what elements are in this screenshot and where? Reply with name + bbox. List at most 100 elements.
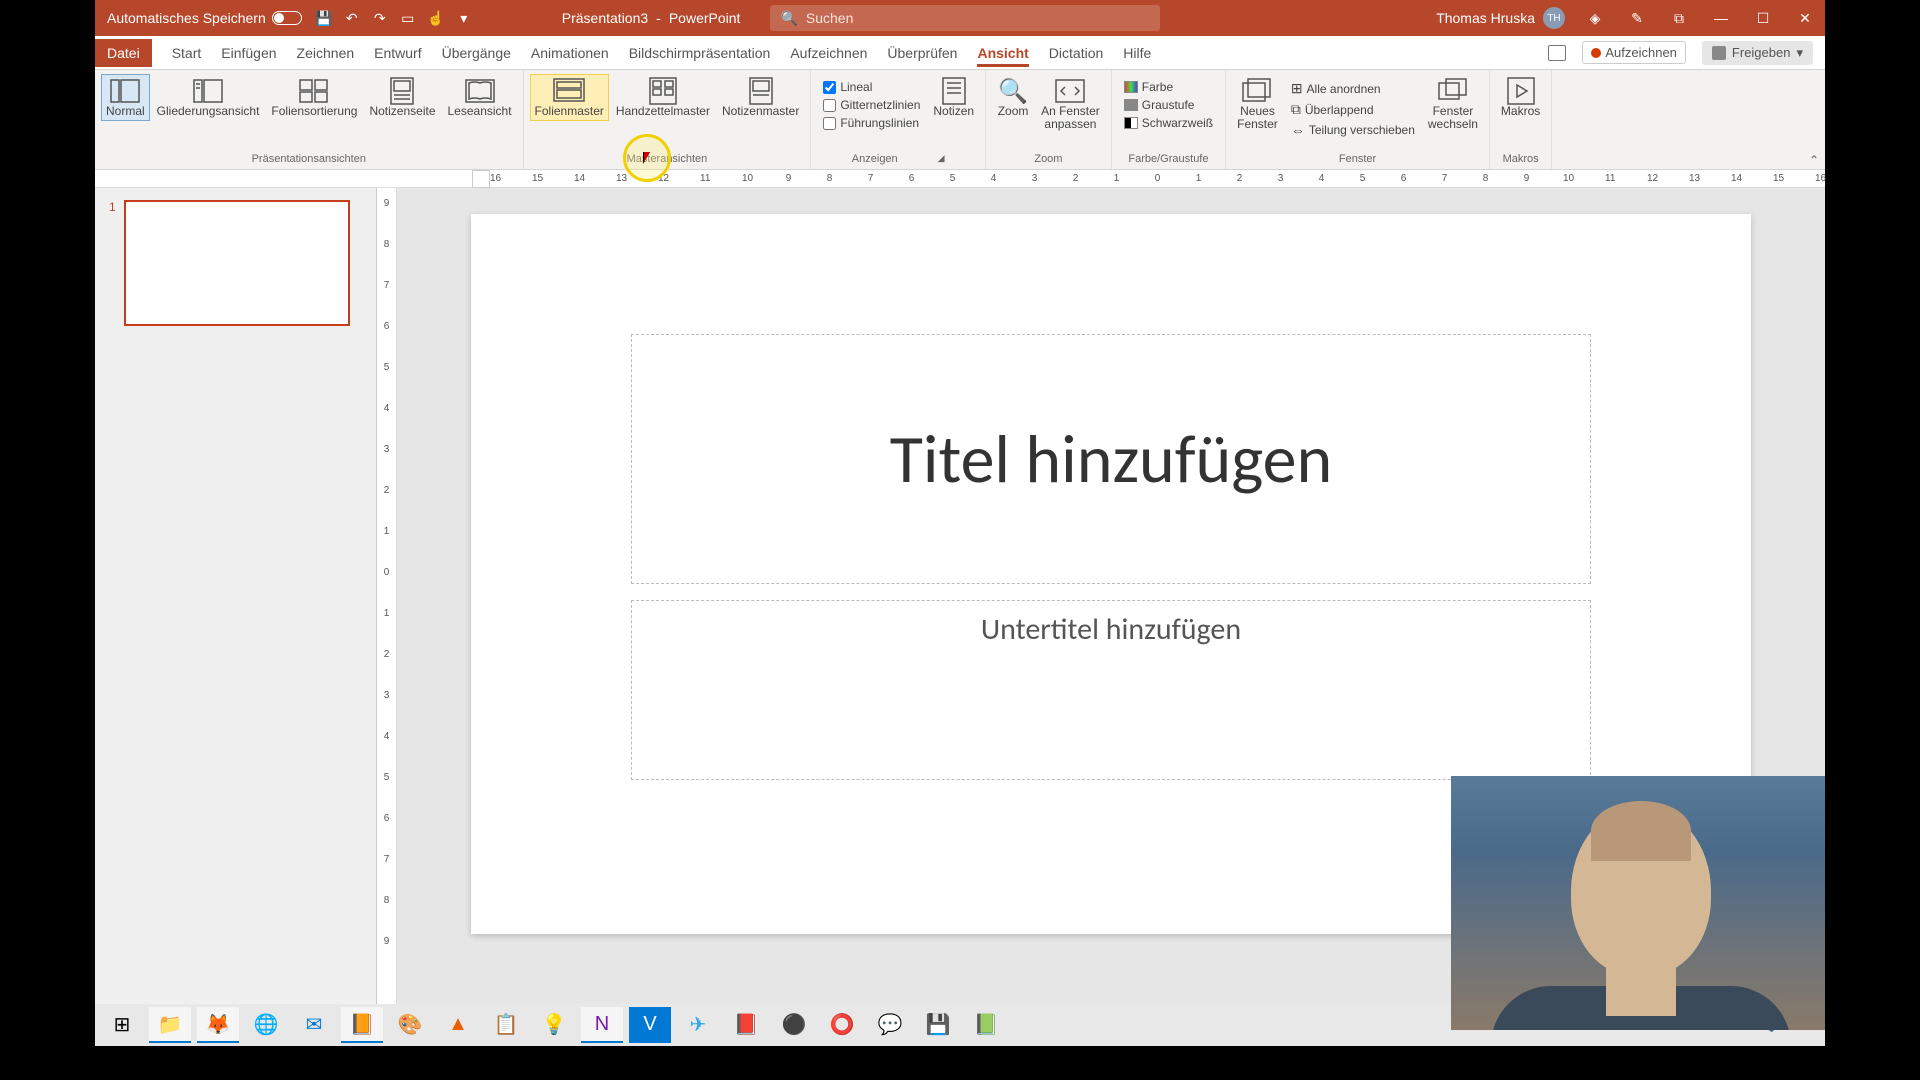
tab-zeichnen[interactable]: Zeichnen xyxy=(297,39,355,67)
move-split-option[interactable]: ⇔Teilung verschieben xyxy=(1291,122,1415,138)
maximize-button[interactable]: ☐ xyxy=(1751,6,1775,30)
group-label-window: Fenster xyxy=(1339,153,1376,167)
pen-icon[interactable]: ✎ xyxy=(1625,6,1649,30)
reading-view-button[interactable]: Leseansicht xyxy=(443,74,517,121)
diamond-icon[interactable]: ◈ xyxy=(1583,6,1607,30)
guides-checkbox[interactable]: Führungslinien xyxy=(823,116,920,130)
file-explorer-icon[interactable]: 📁 xyxy=(149,1007,191,1043)
app-icon-2[interactable]: 📋 xyxy=(485,1007,527,1043)
cascade-option[interactable]: ⧉Überlappend xyxy=(1291,101,1415,118)
titlebar: Automatisches Speichern 💾 ↶ ↷ ▭ ☝ ▾ Präs… xyxy=(95,0,1825,36)
search-placeholder: Suchen xyxy=(806,10,853,26)
app-icon-4[interactable]: 📕 xyxy=(725,1007,767,1043)
record-label: Aufzeichnen xyxy=(1605,45,1677,60)
app-icon-1[interactable]: 🎨 xyxy=(389,1007,431,1043)
app-icon-6[interactable]: 💾 xyxy=(917,1007,959,1043)
minimize-button[interactable]: ― xyxy=(1709,6,1733,30)
group-label-color: Farbe/Graustufe xyxy=(1128,153,1208,167)
macros-button[interactable]: Makros xyxy=(1496,74,1545,121)
app-icon-5[interactable]: ⭕ xyxy=(821,1007,863,1043)
redo-icon[interactable]: ↷ xyxy=(372,10,388,26)
user-name: Thomas Hruska xyxy=(1436,10,1535,26)
switch-windows-button[interactable]: Fenster wechseln xyxy=(1423,74,1483,134)
color-option[interactable]: Farbe xyxy=(1124,80,1213,94)
group-label-master: Masteransichten xyxy=(627,153,708,167)
chrome-icon[interactable]: 🌐 xyxy=(245,1007,287,1043)
app-icon-3[interactable]: 💡 xyxy=(533,1007,575,1043)
subtitle-placeholder[interactable]: Untertitel hinzufügen xyxy=(631,600,1591,780)
tab-entwurf[interactable]: Entwurf xyxy=(374,39,421,67)
vertical-ruler: 9876543210123456789 xyxy=(377,188,397,1006)
onenote-icon[interactable]: N xyxy=(581,1007,623,1043)
tab-file[interactable]: Datei xyxy=(95,39,152,67)
arrange-all-option[interactable]: ⊞Alle anordnen xyxy=(1291,80,1415,97)
fit-window-button[interactable]: An Fenster anpassen xyxy=(1036,74,1105,134)
collapse-ribbon-icon[interactable]: ⌃ xyxy=(1809,153,1819,167)
chevron-down-icon: ▾ xyxy=(1796,45,1803,61)
powerpoint-icon[interactable]: 📙 xyxy=(341,1007,383,1043)
slide-master-button[interactable]: Folienmaster xyxy=(530,74,609,121)
ribbon: Normal Gliederungsansicht Foliensortieru… xyxy=(95,70,1825,170)
undo-icon[interactable]: ↶ xyxy=(344,10,360,26)
subtitle-text: Untertitel hinzufügen xyxy=(981,611,1241,648)
handout-master-button[interactable]: Handzettelmaster xyxy=(611,74,715,121)
excel-icon[interactable]: 📗 xyxy=(965,1007,1007,1043)
tab-ueberpruefen[interactable]: Überprüfen xyxy=(887,39,957,67)
comments-icon[interactable] xyxy=(1548,45,1566,61)
blackwhite-option[interactable]: Schwarzweiß xyxy=(1124,116,1213,130)
tab-dictation[interactable]: Dictation xyxy=(1049,39,1103,67)
document-name: Präsentation3 xyxy=(562,10,648,26)
slide-sorter-button[interactable]: Foliensortierung xyxy=(266,74,362,121)
app-icon-v[interactable]: V xyxy=(629,1007,671,1043)
slide-thumbnail-1[interactable] xyxy=(124,200,350,326)
tab-aufzeichnen[interactable]: Aufzeichnen xyxy=(790,39,867,67)
record-button[interactable]: Aufzeichnen xyxy=(1582,41,1686,64)
tab-einfuegen[interactable]: Einfügen xyxy=(221,39,276,67)
grayscale-option[interactable]: Graustufe xyxy=(1124,98,1213,112)
search-box[interactable]: 🔍 Suchen xyxy=(770,5,1160,31)
slide-thumbnails-panel[interactable]: 1 xyxy=(95,188,377,1006)
group-label-macros: Makros xyxy=(1503,153,1539,167)
firefox-icon[interactable]: 🦊 xyxy=(197,1007,239,1043)
normal-view-button[interactable]: Normal xyxy=(101,74,150,121)
title-text: Titel hinzufügen xyxy=(890,418,1332,501)
share-button[interactable]: Freigeben ▾ xyxy=(1702,41,1813,65)
discord-icon[interactable]: 💬 xyxy=(869,1007,911,1043)
obs-icon[interactable]: ⚫ xyxy=(773,1007,815,1043)
vlc-icon[interactable]: ▲ xyxy=(437,1007,479,1043)
webcam-overlay xyxy=(1451,776,1825,1030)
touch-icon[interactable]: ☝ xyxy=(428,10,444,26)
share-icon xyxy=(1712,46,1726,60)
tab-uebergaenge[interactable]: Übergänge xyxy=(442,39,511,67)
notes-page-button[interactable]: Notizenseite xyxy=(364,74,440,121)
qat-dropdown-icon[interactable]: ▾ xyxy=(456,10,472,26)
telegram-icon[interactable]: ✈ xyxy=(677,1007,719,1043)
notes-master-button[interactable]: Notizenmaster xyxy=(717,74,804,121)
start-button[interactable]: ⊞ xyxy=(101,1007,143,1043)
save-icon[interactable]: 💾 xyxy=(316,10,332,26)
avatar: TH xyxy=(1543,7,1565,29)
close-button[interactable]: ✕ xyxy=(1793,6,1817,30)
autosave-label: Automatisches Speichern xyxy=(107,10,266,26)
title-placeholder[interactable]: Titel hinzufügen xyxy=(631,334,1591,584)
tab-start[interactable]: Start xyxy=(172,39,202,67)
new-window-button[interactable]: Neues Fenster xyxy=(1232,74,1283,134)
toggle-icon[interactable] xyxy=(272,11,302,25)
tab-animationen[interactable]: Animationen xyxy=(531,39,609,67)
autosave-toggle[interactable]: Automatisches Speichern xyxy=(107,10,302,26)
tab-ansicht[interactable]: Ansicht xyxy=(977,39,1028,67)
outlook-icon[interactable]: ✉ xyxy=(293,1007,335,1043)
window-icon[interactable]: ⧉ xyxy=(1667,6,1691,30)
user-account[interactable]: Thomas Hruska TH xyxy=(1436,7,1565,29)
gridlines-checkbox[interactable]: Gitternetzlinien xyxy=(823,98,920,112)
search-icon: 🔍 xyxy=(780,10,797,27)
tab-hilfe[interactable]: Hilfe xyxy=(1123,39,1151,67)
outline-view-button[interactable]: Gliederungsansicht xyxy=(152,74,265,121)
tab-bildschirm[interactable]: Bildschirmpräsentation xyxy=(629,39,771,67)
notes-button[interactable]: Notizen xyxy=(928,74,979,121)
zoom-button[interactable]: 🔍 Zoom xyxy=(992,74,1034,121)
dialog-launcher-icon[interactable]: ◢ xyxy=(938,153,945,165)
slideshow-start-icon[interactable]: ▭ xyxy=(400,10,416,26)
ruler-checkbox[interactable]: Lineal xyxy=(823,80,920,94)
ribbon-tabs: Datei Start Einfügen Zeichnen Entwurf Üb… xyxy=(95,36,1825,70)
